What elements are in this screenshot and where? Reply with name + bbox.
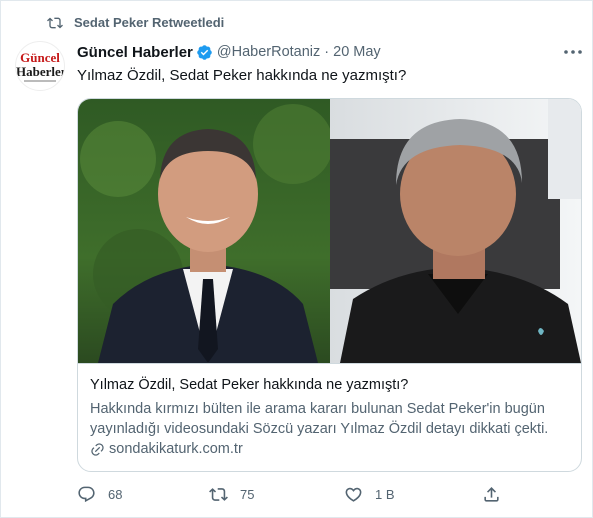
link-icon [91,442,104,456]
retweet-count: 75 [240,486,255,502]
avatar-logo-line1: Güncel [20,50,60,65]
card-description: Hakkında kırmızı bülten ile arama kararı… [90,401,549,437]
like-button[interactable]: 1 B [344,483,395,505]
retweet-icon [47,13,63,33]
share-button[interactable] [482,483,501,505]
tweet[interactable]: Sedat Peker Retweetledi Güncel Haberler … [0,0,593,518]
header-separator: · [324,44,330,60]
card-domain: sondakikaturk.com.tr [90,441,243,457]
retweet-label[interactable]: Sedat Peker Retweetledi [74,15,224,30]
author-handle[interactable]: @HaberRotaniz [217,44,320,60]
reply-button[interactable]: 68 [77,483,122,505]
tweet-text: Yılmaz Özdil, Sedat Peker hakkında ne ya… [77,67,407,84]
tweet-header: Güncel Haberler @HaberRotaniz · 20 May [77,42,381,62]
reply-count: 68 [108,486,123,502]
share-icon [484,486,499,502]
retweet-button[interactable]: 75 [209,483,254,505]
action-bar: 68 75 1 B [1,483,592,507]
avatar-logo-line2: Haberler [16,64,65,79]
card-image [78,99,581,364]
reply-icon [78,486,95,502]
like-icon [345,487,362,502]
author-name[interactable]: Güncel Haberler [77,44,193,61]
card-domain-text[interactable]: sondakikaturk.com.tr [109,441,243,457]
retweet-action-icon [209,487,228,501]
like-count: 1 B [375,486,395,502]
verified-icon [197,44,212,60]
more-icon[interactable] [562,45,584,59]
tweet-date[interactable]: 20 May [333,44,381,60]
link-card[interactable]: Yılmaz Özdil, Sedat Peker hakkında ne ya… [77,98,582,472]
avatar[interactable]: Güncel Haberler [15,41,65,91]
card-title: Yılmaz Özdil, Sedat Peker hakkında ne ya… [90,377,409,393]
avatar-logo-underline [24,80,56,82]
